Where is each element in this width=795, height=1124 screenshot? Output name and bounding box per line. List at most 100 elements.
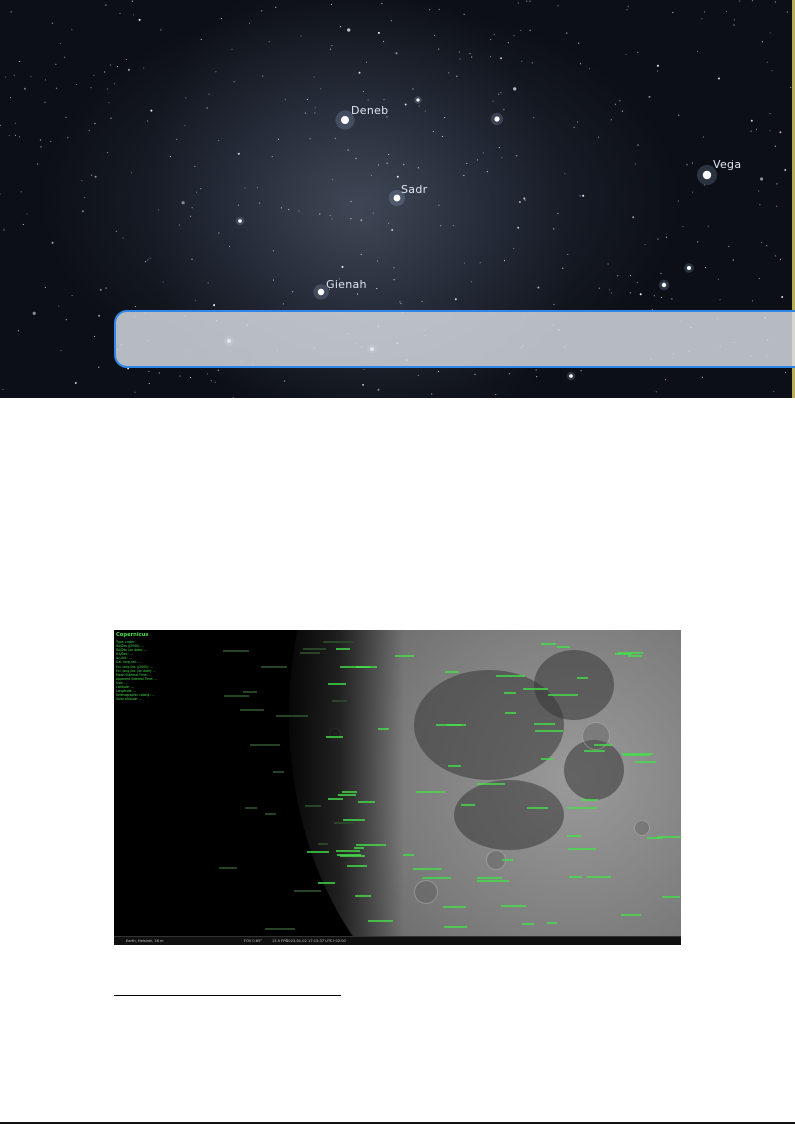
- star: [200, 38, 202, 40]
- star: [13, 74, 15, 76]
- star: [282, 303, 284, 305]
- lunar-feature-marker: [448, 765, 461, 767]
- star: [300, 35, 302, 37]
- star: [452, 224, 454, 227]
- star: [50, 141, 52, 143]
- star: [18, 60, 20, 63]
- star: [74, 382, 77, 384]
- star: [233, 81, 235, 83]
- star: [463, 175, 465, 177]
- star: [607, 263, 609, 265]
- star: [404, 103, 407, 106]
- star: [2, 388, 4, 390]
- star: [17, 330, 19, 332]
- star: [147, 259, 149, 261]
- star: [500, 92, 502, 94]
- object-info-panel: Copernicus Type: crater RA/Dec (J2000): …: [116, 632, 236, 701]
- star: [387, 222, 389, 224]
- lunar-feature-marker: [443, 906, 466, 908]
- lunar-feature-marker: [577, 677, 588, 679]
- lunar-feature-marker: [294, 890, 321, 892]
- star: [347, 149, 349, 151]
- star: [371, 174, 373, 177]
- status-time: 2023-01-02 17:15:37 UTC+02:00: [286, 939, 346, 943]
- search-bar[interactable]: [114, 310, 795, 368]
- star: [122, 237, 124, 239]
- star: [304, 112, 306, 114]
- star: [330, 48, 332, 50]
- star: [261, 10, 263, 12]
- star: [417, 167, 419, 169]
- star: [671, 298, 673, 300]
- star: [268, 41, 270, 43]
- lunar-feature-marker: [413, 868, 442, 870]
- lunar-feature-marker: [342, 791, 357, 793]
- star: [131, 0, 133, 2]
- star: [347, 28, 351, 32]
- lunar-feature-marker: [336, 648, 350, 650]
- star: [517, 2, 519, 4]
- star: [494, 116, 500, 122]
- star: [771, 70, 773, 72]
- star: [458, 51, 461, 53]
- star: [417, 374, 419, 376]
- star: [228, 245, 231, 248]
- star: [732, 259, 734, 261]
- star: [272, 250, 274, 252]
- star: [719, 299, 721, 301]
- star: [59, 43, 61, 45]
- lunar-feature-marker: [461, 804, 475, 806]
- star: [399, 301, 401, 303]
- star: [275, 6, 277, 8]
- star: [110, 117, 112, 119]
- star: [520, 29, 522, 32]
- star: [119, 12, 121, 14]
- star: [179, 375, 181, 377]
- star: [127, 68, 130, 71]
- star: [629, 292, 631, 294]
- star: [390, 20, 392, 22]
- star: [195, 191, 197, 193]
- star: [755, 128, 758, 130]
- star: [178, 224, 181, 226]
- lunar-feature-marker: [326, 736, 343, 738]
- star: [692, 191, 694, 193]
- star: [76, 83, 78, 86]
- star: [569, 374, 573, 378]
- star: [412, 88, 414, 90]
- star: [469, 53, 471, 55]
- star: [207, 282, 209, 284]
- star: [184, 124, 186, 127]
- stellarium-sky-view: Deneb Sadr Vega Gienah: [0, 0, 795, 398]
- star: [396, 175, 399, 178]
- lunar-feature-marker: [265, 928, 295, 930]
- star: [157, 209, 160, 211]
- star: [776, 183, 778, 185]
- lunar-feature-marker: [444, 926, 467, 928]
- star: [573, 126, 575, 128]
- star: [503, 260, 506, 262]
- star: [284, 99, 286, 101]
- star: [218, 139, 220, 141]
- star: [761, 41, 763, 43]
- lunar-feature-marker: [323, 641, 354, 643]
- star: [134, 391, 136, 393]
- star: [386, 162, 388, 164]
- star: [10, 97, 12, 99]
- star: [113, 83, 115, 85]
- star: [490, 39, 492, 41]
- star: [218, 232, 220, 234]
- star: [686, 164, 688, 166]
- star: [725, 10, 728, 13]
- star: [329, 215, 331, 217]
- star: [521, 60, 523, 62]
- star: [220, 17, 223, 20]
- star: [94, 335, 96, 337]
- star: [355, 158, 357, 160]
- star: [531, 62, 533, 64]
- star: [429, 9, 431, 11]
- star: [160, 29, 162, 31]
- star: [773, 390, 775, 393]
- star: [330, 4, 333, 6]
- star: [81, 179, 83, 182]
